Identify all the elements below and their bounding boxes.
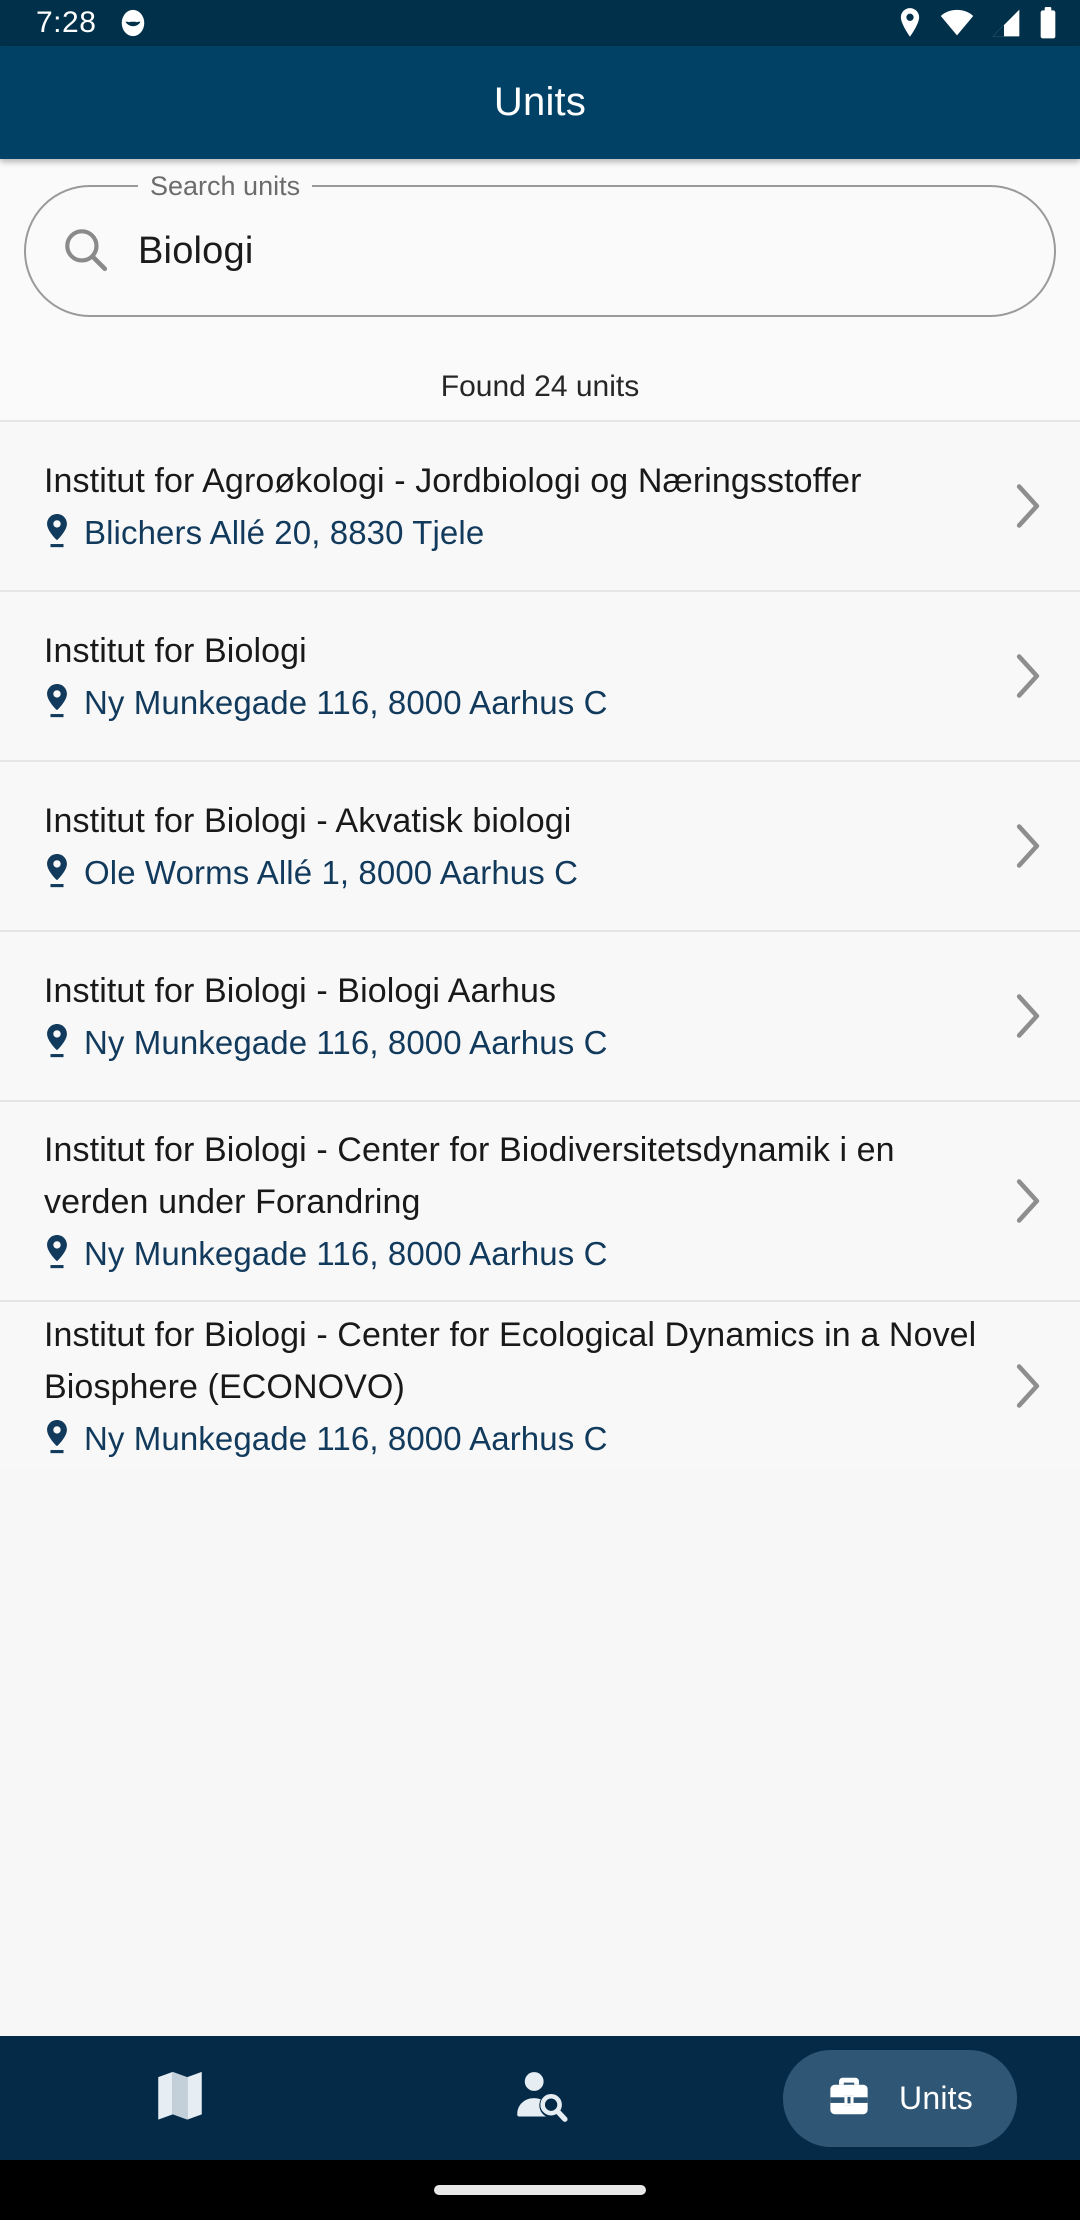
chevron-right-icon[interactable] xyxy=(1004,823,1052,869)
app-bar: Units xyxy=(0,46,1080,159)
search-input[interactable]: Search units Biologi xyxy=(24,171,1056,317)
list-item-title: Institut for Agroøkologi - Jordbiologi o… xyxy=(44,462,862,500)
location-pin-icon xyxy=(44,1234,70,1274)
nav-item-units-label: Units xyxy=(899,2079,973,2116)
list-item-address-row: Blichers Allé 20, 8830 Tjele xyxy=(44,509,984,557)
chevron-right-icon[interactable] xyxy=(1004,483,1052,529)
list-item-body: Institut for Agroøkologi - Jordbiologi o… xyxy=(44,455,1004,557)
list-item-body: Institut for Biologi - Center for Biodiv… xyxy=(44,1124,1004,1278)
status-bar: 7:28 xyxy=(0,0,1080,46)
list-item-body: Institut for Biologi - Akvatisk biologi … xyxy=(44,795,1004,897)
list-item-address: Ole Worms Allé 1, 8000 Aarhus C xyxy=(84,854,579,891)
list-item[interactable]: Institut for Biologi - Akvatisk biologi … xyxy=(0,760,1080,930)
location-pin-icon xyxy=(44,853,70,893)
status-bar-right xyxy=(896,7,1058,39)
list-item-address-row: Ny Munkegade 116, 8000 Aarhus C xyxy=(44,1230,984,1278)
location-pin-icon xyxy=(44,1419,70,1459)
list-item-body: Institut for Biologi - Biologi Aarhus Ny… xyxy=(44,965,1004,1067)
page-title: Units xyxy=(493,80,587,124)
list-item[interactable]: Institut for Biologi - Center for Biodiv… xyxy=(0,1100,1080,1300)
list-item-title: Institut for Biologi - Akvatisk biologi xyxy=(44,802,572,840)
list-item-address: Ny Munkegade 116, 8000 Aarhus C xyxy=(84,1420,608,1457)
system-gesture-bar xyxy=(0,2160,1080,2220)
results-count: Found 24 units xyxy=(0,364,1080,420)
search-area: Search units Biologi xyxy=(0,159,1080,364)
search-icon xyxy=(60,224,110,279)
list-item[interactable]: Institut for Agroøkologi - Jordbiologi o… xyxy=(0,420,1080,590)
list-item-title: Institut for Biologi - Center for Ecolog… xyxy=(44,1316,977,1406)
list-item-title: Institut for Biologi xyxy=(44,632,307,670)
location-pin-icon xyxy=(896,7,924,39)
search-field-label: Search units xyxy=(138,171,313,201)
app-notification-icon xyxy=(118,8,148,38)
list-item[interactable]: Institut for Biologi - Center for Ecolog… xyxy=(0,1300,1080,1470)
chevron-right-icon[interactable] xyxy=(1004,1363,1052,1409)
location-pin-icon xyxy=(44,513,70,553)
nav-active-pill[interactable]: Units xyxy=(783,2049,1017,2147)
list-item[interactable]: Institut for Biologi - Biologi Aarhus Ny… xyxy=(0,930,1080,1100)
units-list[interactable]: Institut for Agroøkologi - Jordbiologi o… xyxy=(0,420,1080,2036)
status-bar-clock: 7:28 xyxy=(36,6,97,39)
list-item-address-row: Ny Munkegade 116, 8000 Aarhus C xyxy=(44,679,984,727)
status-bar-left: 7:28 xyxy=(36,8,148,38)
phone-screen: 7:28 Units Search units Biologi Found 24… xyxy=(0,0,1080,2220)
list-item-address: Ny Munkegade 116, 8000 Aarhus C xyxy=(84,1235,608,1272)
search-input-value[interactable]: Biologi xyxy=(138,230,253,273)
list-item-address-row: Ny Munkegade 116, 8000 Aarhus C xyxy=(44,1415,984,1463)
nav-item-map[interactable] xyxy=(0,2036,360,2160)
nav-item-person-search[interactable] xyxy=(360,2036,720,2160)
battery-icon xyxy=(1038,7,1058,39)
location-pin-icon xyxy=(44,683,70,723)
list-item[interactable]: Institut for Biologi Ny Munkegade 116, 8… xyxy=(0,590,1080,760)
chevron-right-icon[interactable] xyxy=(1004,1178,1052,1224)
list-item-address: Blichers Allé 20, 8830 Tjele xyxy=(84,514,485,551)
map-icon xyxy=(151,2067,209,2130)
list-item-address-row: Ny Munkegade 116, 8000 Aarhus C xyxy=(44,1019,984,1067)
person-search-icon xyxy=(511,2067,569,2130)
list-item-address: Ny Munkegade 116, 8000 Aarhus C xyxy=(84,684,608,721)
chevron-right-icon[interactable] xyxy=(1004,653,1052,699)
list-item-address-row: Ole Worms Allé 1, 8000 Aarhus C xyxy=(44,849,984,897)
bottom-navigation[interactable]: Units xyxy=(0,2036,1080,2160)
cellular-signal-icon xyxy=(990,8,1022,38)
list-item-body: Institut for Biologi Ny Munkegade 116, 8… xyxy=(44,625,1004,727)
list-item-title: Institut for Biologi - Biologi Aarhus xyxy=(44,972,557,1010)
list-item-title: Institut for Biologi - Center for Biodiv… xyxy=(44,1131,895,1221)
briefcase-icon xyxy=(823,2070,875,2127)
list-item-address: Ny Munkegade 116, 8000 Aarhus C xyxy=(84,1024,608,1061)
wifi-icon xyxy=(940,8,974,38)
nav-item-units[interactable]: Units xyxy=(720,2036,1080,2160)
gesture-handle[interactable] xyxy=(434,2185,646,2195)
list-item-body: Institut for Biologi - Center for Ecolog… xyxy=(44,1309,1004,1463)
location-pin-icon xyxy=(44,1023,70,1063)
chevron-right-icon[interactable] xyxy=(1004,993,1052,1039)
